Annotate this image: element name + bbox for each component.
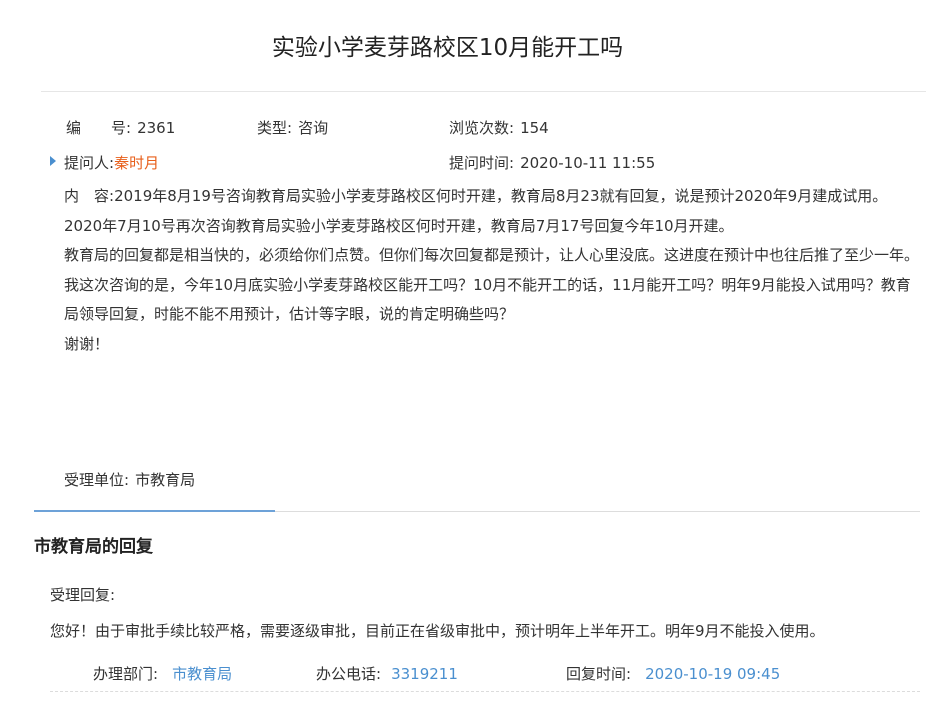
ask-time-label: 提问时间: [449,154,515,172]
asker-field: 提问人:秦时月 [64,152,159,173]
asker-label: 提问人: [64,154,115,172]
footer-divider [50,691,920,692]
content-label: 内 容: [64,187,115,205]
caret-right-icon [50,156,56,166]
handling-unit-field: 受理单位: 市教育局 [64,469,195,490]
number-value: 2361 [137,119,176,137]
page-title: 实验小学麦芽路校区10月能开工吗 [271,35,624,61]
ask-time-field: 提问时间: 2020-10-11 11:55 [449,152,655,173]
dept-value: 市教育局 [172,665,233,683]
reply-section-title: 市教育局的回复 [34,537,153,557]
header-divider [41,91,926,92]
views-field: 浏览次数: 154 [449,117,549,138]
content-paragraph: 谢谢！ [64,334,110,353]
ask-time-value: 2020-10-11 11:55 [520,154,656,172]
asker-name: 秦时月 [114,154,160,172]
phone-field: 办公电话: 3319211 [316,663,458,684]
type-field: 类型: 咨询 [257,117,328,138]
content-paragraph: 内 容:2019年8月19号咨询教育局实验小学麦芽路校区何时开建，教育局8月23… [64,187,888,205]
content-paragraph: 2020年7月10号再次咨询教育局实验小学麦芽路校区何时开建，教育局7月17号回… [64,216,734,235]
phone-value: 3319211 [391,665,458,683]
type-value: 咨询 [298,119,329,137]
reply-time-field: 回复时间: 2020-10-19 09:45 [566,663,780,684]
reply-time-label: 回复时间: [566,665,632,683]
number-field: 编 号: 2361 [66,117,175,138]
reply-text: 您好！由于审批手续比较严格，需要逐级审批，目前正在省级审批中，预计明年上半年开工… [50,622,825,640]
type-label: 类型: [257,119,293,137]
handling-unit-value: 市教育局 [135,471,196,489]
views-value: 154 [520,119,549,137]
content-paragraph: 我这次咨询的是，今年10月底实验小学麦芽路校区能开工吗？10月不能开工的话，11… [64,275,911,324]
active-tab-indicator [34,510,275,512]
number-label: 编 号: [66,119,132,137]
content-paragraph: 教育局的回复都是相当快的，必须给你们点赞。但你们每次回复都是预计，让人心里没底。… [64,246,920,264]
handling-unit-label: 受理单位: [64,471,130,489]
views-label: 浏览次数: [449,119,515,137]
reply-time-value: 2020-10-19 09:45 [645,665,781,683]
dept-field: 办理部门: 市教育局 [93,663,232,684]
phone-label: 办公电话: [316,665,382,683]
question-content: 内 容:2019年8月19号咨询教育局实验小学麦芽路校区何时开建，教育局8月23… [64,182,924,359]
accept-reply-label: 受理回复: [50,586,116,604]
dept-label: 办理部门: [93,665,159,683]
